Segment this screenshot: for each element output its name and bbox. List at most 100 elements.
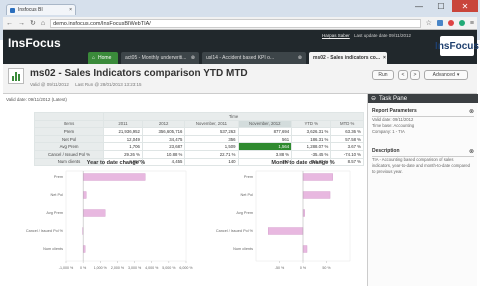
bar bbox=[302, 245, 308, 253]
ext-icon-3[interactable] bbox=[458, 20, 465, 26]
table-cell: 1,564 bbox=[237, 142, 293, 151]
category-label: Net Pol bbox=[51, 193, 64, 197]
params-toggle-icon[interactable]: ⊗ bbox=[469, 108, 474, 115]
param-item: Company: 1 - TIA bbox=[372, 129, 405, 134]
category-label: Avg Prem bbox=[236, 211, 253, 215]
column-header[interactable]: YTD % bbox=[291, 119, 332, 129]
tab-home-label: Home bbox=[98, 55, 112, 61]
home-icon[interactable]: ⌂ bbox=[41, 20, 45, 27]
desc-title: Description bbox=[372, 148, 400, 154]
browser-tab[interactable]: Insfocus BI × bbox=[6, 4, 76, 15]
tab-ms02-close-icon[interactable]: × bbox=[383, 55, 386, 61]
row-label[interactable]: Net Pol bbox=[33, 134, 105, 144]
category-label: Prem bbox=[54, 175, 63, 179]
back-icon[interactable]: ← bbox=[6, 20, 13, 27]
bar bbox=[302, 209, 305, 217]
x-tick-label: 1,000 % bbox=[94, 266, 108, 270]
tab-act05[interactable]: act05 - Monthly underwriti... ⊗ bbox=[121, 52, 199, 64]
table-row: Net Pol 12,049 34,475 356 561 186.31 % 57.58 % bbox=[33, 134, 364, 144]
next-button[interactable]: > bbox=[410, 70, 420, 80]
desc-section-header[interactable]: Description ⊗ bbox=[372, 148, 474, 157]
favicon-icon bbox=[10, 7, 15, 13]
table-cell: 57.58 % bbox=[330, 134, 364, 144]
header-user-area: Harpas Saber Last update date 09/11/2012 bbox=[322, 33, 411, 38]
x-tick-label: 6,000 % bbox=[179, 266, 193, 270]
x-tick-label: 3,000 % bbox=[128, 266, 142, 270]
table-cell: 356,605,716 bbox=[141, 127, 186, 136]
category-label: Cancel / Issued Pol % bbox=[216, 229, 254, 233]
menu-icon[interactable]: ≡ bbox=[470, 20, 474, 27]
window-close-button[interactable]: ✕ bbox=[452, 0, 478, 12]
bar bbox=[302, 173, 333, 181]
tab-usl14-close-icon[interactable]: ⊗ bbox=[298, 55, 302, 61]
tab-act05-close-icon[interactable]: ⊗ bbox=[191, 55, 195, 61]
params-title: Report Parameters bbox=[372, 108, 417, 114]
collapse-icon[interactable]: ⊖ bbox=[371, 95, 376, 102]
column-header[interactable]: November, 2012 bbox=[237, 119, 293, 129]
time-group-header: Time bbox=[103, 112, 364, 121]
row-label[interactable]: Prem bbox=[33, 127, 105, 136]
params-section-header[interactable]: Report Parameters ⊗ bbox=[372, 108, 474, 117]
column-header[interactable]: Items bbox=[33, 119, 105, 129]
table-cell: 537,263 bbox=[184, 127, 239, 136]
x-tick-label: 5,000 % bbox=[162, 266, 176, 270]
run-button[interactable]: Run bbox=[372, 70, 394, 80]
table-cell: 3.67 % bbox=[330, 142, 364, 151]
prev-button[interactable]: < bbox=[398, 70, 408, 80]
minimize-button[interactable]: — bbox=[408, 0, 430, 12]
x-tick-label: 50 % bbox=[322, 266, 331, 270]
table-cell: 1,509 bbox=[184, 142, 239, 151]
params-list: Valid date: 09/11/2012 Time base: Accoun… bbox=[372, 117, 474, 135]
table-cell: 34,475 bbox=[141, 134, 186, 144]
maximize-button[interactable]: ☐ bbox=[430, 0, 452, 12]
chevron-down-icon: ▾ bbox=[456, 72, 460, 78]
category-label: Num clients bbox=[43, 247, 63, 251]
table-cell: 186.31 % bbox=[291, 134, 332, 144]
tab-act05-label: act05 - Monthly underwriti... bbox=[125, 55, 187, 61]
reload-icon[interactable]: ↻ bbox=[30, 19, 36, 27]
tab-close-icon[interactable]: × bbox=[69, 7, 72, 13]
tab-usl14-label: usl14 - Accident based KPI o... bbox=[206, 55, 275, 61]
bar bbox=[82, 173, 146, 181]
tab-usl14[interactable]: usl14 - Accident based KPI o... ⊗ bbox=[202, 52, 306, 64]
table-cell: 23,687 bbox=[141, 142, 186, 151]
table-row: Prem 21,936,952 356,605,716 537,263 877,694 3… bbox=[33, 127, 364, 136]
address-bar-row: ← → ↻ ⌂ demo.insfocus.com/InsFocusBIWebT… bbox=[3, 17, 477, 30]
column-header[interactable]: MTD % bbox=[330, 119, 364, 129]
ext-icon-1[interactable] bbox=[436, 20, 443, 26]
desc-toggle-icon[interactable]: ⊗ bbox=[469, 148, 474, 155]
desc-text: TIA - Accounting based comparison of sal… bbox=[372, 157, 470, 174]
ext-icon-2[interactable] bbox=[447, 20, 454, 26]
x-tick-label: -50 % bbox=[275, 266, 285, 270]
column-header[interactable]: November, 2011 bbox=[184, 119, 239, 129]
row-label[interactable]: Avg Prem bbox=[33, 142, 105, 151]
tab-ms02-label: ms02 - Sales indicators co... bbox=[313, 55, 380, 61]
table-cell: 63.36 % bbox=[330, 127, 364, 136]
table-cell: 1,706 bbox=[103, 142, 143, 151]
home-tab-icon: ⌂ bbox=[92, 55, 96, 61]
chart-title: Year to date change % bbox=[87, 160, 145, 166]
forward-icon[interactable]: → bbox=[18, 20, 25, 27]
url-field[interactable]: demo.insfocus.com/InsFocusBIWebTIA/ bbox=[50, 18, 421, 28]
star-icon[interactable]: ☆ bbox=[426, 19, 432, 27]
report-chart-icon bbox=[8, 68, 24, 84]
tab-ms02[interactable]: ms02 - Sales indicators co... × bbox=[309, 52, 387, 64]
category-label: Cancel / Issued Pol % bbox=[26, 229, 64, 233]
valid-date-label: Valid date: 09/11/2012 (Latest) bbox=[6, 97, 67, 102]
user-link[interactable]: Harpas Saber bbox=[322, 33, 350, 38]
category-label: Avg Prem bbox=[46, 211, 63, 215]
x-tick-label: -1,000 % bbox=[59, 266, 74, 270]
task-pane-title: Task Pane bbox=[379, 95, 408, 102]
category-label: Net Pol bbox=[241, 193, 254, 197]
last-update-text: Last update date 09/11/2012 bbox=[354, 33, 411, 38]
brand-logo: InsFocus bbox=[435, 36, 479, 56]
column-header[interactable]: 2012 bbox=[141, 119, 186, 129]
tab-home[interactable]: ⌂ Home bbox=[88, 52, 118, 64]
column-header[interactable]: 2011 bbox=[103, 119, 143, 129]
x-tick-label: 0 % bbox=[80, 266, 87, 270]
table-cell: 12,049 bbox=[103, 134, 143, 144]
advanced-button[interactable]: Advanced ▾ bbox=[424, 70, 468, 80]
x-tick-label: 2,000 % bbox=[111, 266, 125, 270]
app-logo[interactable]: InsFocus bbox=[8, 36, 61, 50]
table-cell: 1,288.07 % bbox=[291, 142, 332, 151]
